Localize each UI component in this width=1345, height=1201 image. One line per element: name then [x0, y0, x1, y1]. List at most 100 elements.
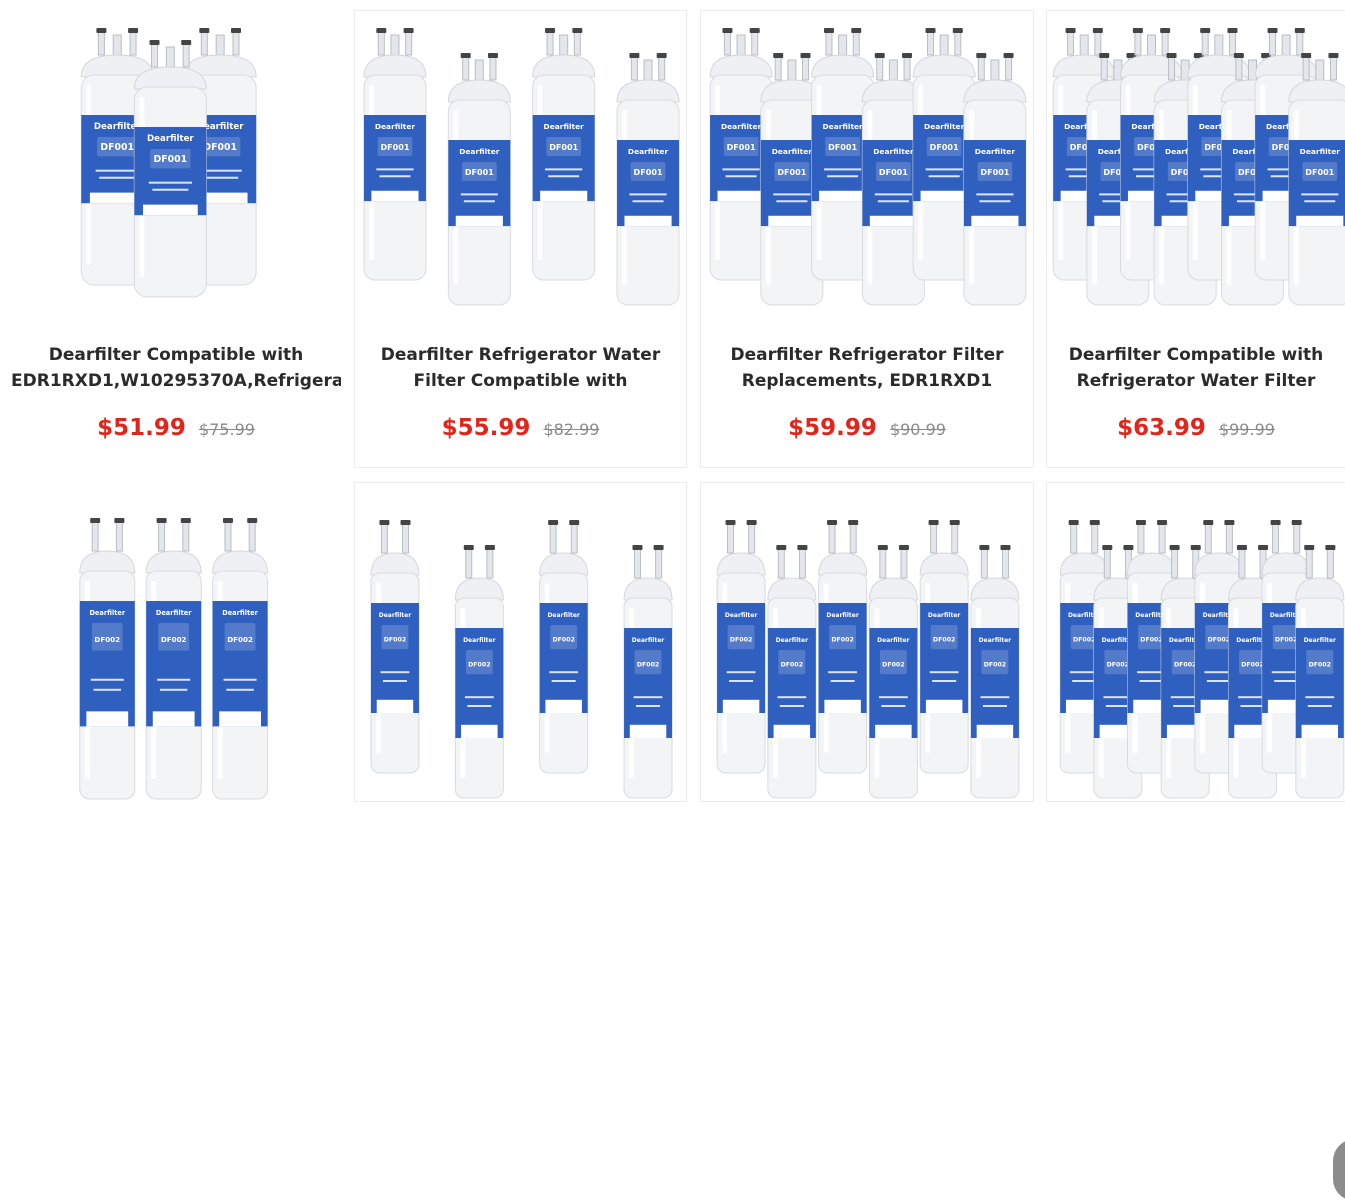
product-image[interactable]: Dearfilter DF002 Dearfilter DF002 Dearfilter… — [701, 483, 1033, 803]
price-row: $55.99 $82.99 — [355, 415, 686, 441]
product-title-line-2: Filter Compatible with — [413, 371, 628, 391]
regular-price: $99.99 — [1218, 420, 1275, 439]
svg-text:DF001: DF001 — [203, 142, 237, 153]
svg-text:DF002: DF002 — [933, 637, 955, 644]
product-image[interactable]: Dearfilter DF001 Dearfilter DF001 Dearfilter… — [355, 11, 686, 311]
product-card[interactable]: Dearfilter DF001 Dearfilter DF001 Dearfilter… — [700, 10, 1034, 468]
regular-price: $75.99 — [198, 420, 255, 439]
product-title-line-1: Dearfilter Compatible with — [48, 345, 304, 365]
svg-text:DF002: DF002 — [1107, 662, 1129, 669]
filter-bottle: Dearfilter DF001 — [532, 28, 596, 281]
svg-text:Dearfilter: Dearfilter — [1304, 637, 1336, 644]
svg-text:Dearfilter: Dearfilter — [459, 147, 500, 156]
svg-text:Dearfilter: Dearfilter — [547, 612, 579, 619]
svg-text:Dearfilter: Dearfilter — [544, 122, 585, 131]
product-card[interactable]: Dearfilter DF002 Dearfilter DF002 Dearfilter… — [10, 482, 342, 802]
filter-bottle: Dearfilter DF001 — [363, 28, 427, 281]
filter-bottle: Dearfilter DF001 — [1288, 53, 1345, 306]
product-title[interactable]: Dearfilter Compatible with Refrigerator … — [1047, 342, 1345, 394]
svg-text:DF002: DF002 — [1275, 637, 1297, 644]
filter-bottle: Dearfilter DF001 — [447, 53, 511, 306]
svg-text:Dearfilter: Dearfilter — [776, 637, 808, 644]
product-title[interactable]: Dearfilter Refrigerator Filter Replaceme… — [701, 342, 1033, 394]
filter-bottle: Dearfilter DF002 — [79, 518, 136, 800]
svg-text:DF001: DF001 — [549, 143, 578, 152]
svg-text:Dearfilter: Dearfilter — [463, 637, 495, 644]
product-title[interactable]: Dearfilter Refrigerator Water Filter Com… — [355, 342, 686, 394]
svg-text:Dearfilter: Dearfilter — [924, 122, 965, 131]
svg-text:DF002: DF002 — [637, 662, 659, 669]
svg-text:DF001: DF001 — [154, 154, 188, 165]
product-image[interactable]: Dearfilter DF001 Dearfilter DF001 Dearfilter… — [1047, 11, 1345, 311]
svg-text:DF002: DF002 — [781, 662, 803, 669]
product-card[interactable]: Dearfilter DF001 Dearfilter DF001 Dearfilter… — [354, 10, 687, 468]
svg-text:Dearfilter: Dearfilter — [1300, 147, 1341, 156]
svg-text:Dearfilter: Dearfilter — [873, 147, 914, 156]
svg-text:Dearfilter: Dearfilter — [222, 609, 258, 617]
filter-bottle: Dearfilter DF001 — [133, 40, 207, 298]
filter-bottle: Dearfilter DF002 — [716, 520, 766, 774]
product-title-line-1: Dearfilter Refrigerator Water — [380, 345, 661, 365]
svg-text:DF001: DF001 — [930, 143, 959, 152]
svg-text:DF001: DF001 — [879, 168, 908, 177]
svg-text:DF002: DF002 — [1241, 662, 1263, 669]
product-title-line-2: EDR1RXD1,W10295370A,Refrigera — [11, 371, 341, 391]
product-image[interactable]: Dearfilter DF001 Dearfilter DF001 Dearfilter… — [701, 11, 1033, 311]
product-card[interactable]: Dearfilter DF002 Dearfilter DF002 Dearfilter… — [1046, 482, 1345, 1201]
filter-bottle: Dearfilter DF002 — [1295, 545, 1345, 799]
price-row: $59.99 $90.99 — [701, 415, 1033, 441]
product-card[interactable]: Dearfilter DF002 Dearfilter DF002 Dearfilter… — [700, 482, 1034, 802]
svg-text:Dearfilter: Dearfilter — [822, 122, 863, 131]
svg-text:Dearfilter: Dearfilter — [725, 612, 757, 619]
filter-bottle: Dearfilter DF002 — [539, 520, 589, 774]
product-title-line-2: Replacements, EDR1RXD1 — [741, 371, 993, 391]
product-image[interactable]: Dearfilter DF002 Dearfilter DF002 Dearfilter… — [11, 483, 341, 803]
svg-text:Dearfilter: Dearfilter — [975, 147, 1016, 156]
sale-price: $59.99 — [788, 415, 877, 441]
sale-price: $55.99 — [441, 415, 531, 441]
sale-price: $51.99 — [97, 415, 186, 441]
svg-text:Dearfilter: Dearfilter — [89, 609, 125, 617]
product-title-line-1: Dearfilter Compatible with — [1068, 345, 1324, 365]
product-card[interactable]: Dearfilter DF001 Dearfilter DF001 Dearfilter… — [1046, 10, 1345, 468]
svg-text:Dearfilter: Dearfilter — [632, 637, 664, 644]
svg-text:Dearfilter: Dearfilter — [156, 609, 192, 617]
svg-text:Dearfilter: Dearfilter — [772, 147, 813, 156]
filter-bottle: Dearfilter DF001 — [963, 53, 1027, 306]
filter-bottle: Dearfilter DF002 — [868, 545, 918, 799]
svg-text:DF001: DF001 — [100, 142, 134, 153]
product-image[interactable]: Dearfilter DF001 Dearfilter DF001 Dearfilter… — [11, 11, 341, 311]
sale-price: $63.99 — [1117, 415, 1206, 441]
filter-bottle: Dearfilter DF002 — [454, 545, 504, 799]
svg-text:DF002: DF002 — [1140, 637, 1162, 644]
filter-bottle: Dearfilter DF002 — [818, 520, 868, 774]
product-image[interactable]: Dearfilter DF002 Dearfilter DF002 Dearfilter… — [355, 483, 686, 803]
svg-text:Dearfilter: Dearfilter — [928, 612, 960, 619]
svg-text:DF002: DF002 — [94, 635, 120, 644]
filter-bottle: Dearfilter DF002 — [145, 518, 202, 800]
product-title-line-1: Dearfilter Refrigerator Filter — [730, 345, 1004, 365]
filter-bottle: Dearfilter DF002 — [370, 520, 420, 774]
filter-bottle: Dearfilter DF002 — [212, 518, 269, 800]
svg-text:Dearfilter: Dearfilter — [379, 612, 411, 619]
svg-text:Dearfilter: Dearfilter — [628, 147, 669, 156]
svg-text:DF001: DF001 — [465, 168, 494, 177]
svg-text:DF002: DF002 — [1174, 662, 1196, 669]
product-image[interactable]: Dearfilter DF002 Dearfilter DF002 Dearfilter… — [1047, 483, 1345, 803]
svg-text:DF001: DF001 — [634, 168, 663, 177]
svg-text:Dearfilter: Dearfilter — [979, 637, 1011, 644]
svg-text:DF002: DF002 — [468, 662, 490, 669]
filter-bottle: Dearfilter DF002 — [970, 545, 1020, 799]
svg-text:Dearfilter: Dearfilter — [826, 612, 858, 619]
svg-text:DF001: DF001 — [380, 143, 409, 152]
product-card[interactable]: Dearfilter DF002 Dearfilter DF002 Dearfilter… — [354, 482, 687, 802]
regular-price: $90.99 — [889, 420, 946, 439]
svg-text:DF001: DF001 — [1305, 168, 1334, 177]
svg-text:DF002: DF002 — [984, 662, 1006, 669]
svg-text:DF001: DF001 — [828, 143, 857, 152]
carousel-next-handle[interactable] — [1333, 1139, 1345, 1201]
product-card[interactable]: Dearfilter DF001 Dearfilter DF001 Dearfilter… — [10, 10, 342, 468]
svg-text:DF001: DF001 — [727, 143, 756, 152]
svg-text:DF001: DF001 — [980, 168, 1009, 177]
product-title[interactable]: Dearfilter Compatible with EDR1RXD1,W102… — [11, 342, 341, 394]
